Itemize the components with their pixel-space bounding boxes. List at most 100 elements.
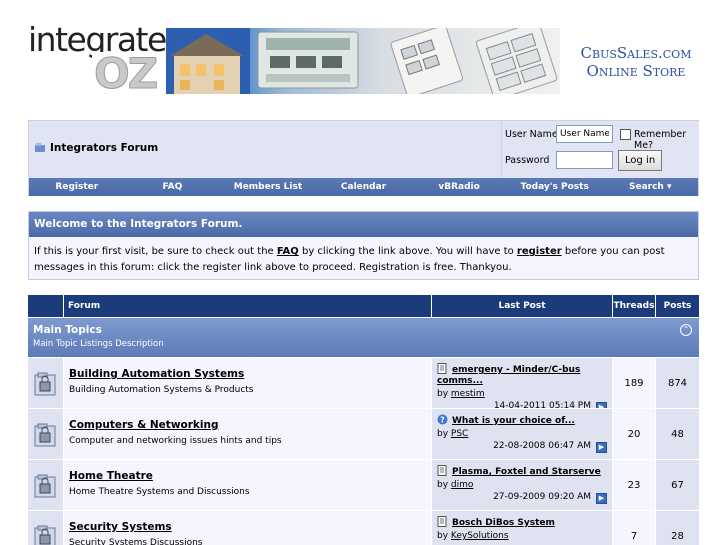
password-label: Password xyxy=(505,155,550,166)
forum-status-cell xyxy=(28,358,63,409)
password-input[interactable] xyxy=(556,151,613,169)
nav-todays-posts[interactable]: Today's Posts xyxy=(507,178,603,196)
document-icon xyxy=(437,516,447,527)
go-to-last-post-icon[interactable]: ▶ xyxy=(596,442,607,453)
post-count: 874 xyxy=(655,358,699,409)
thread-count: 189 xyxy=(612,358,655,409)
go-to-last-post-icon[interactable]: ▶ xyxy=(596,493,607,504)
collapse-icon[interactable]: ⌃ xyxy=(680,324,692,336)
forum-navbar-box: Integrators Forum User Name Remember Me?… xyxy=(28,120,699,196)
forum-folder-icon xyxy=(34,474,56,498)
forum-title-link[interactable]: Security Systems xyxy=(69,521,426,533)
header-last-post: Last Post xyxy=(431,295,612,317)
forum-folder-icon xyxy=(34,525,56,545)
forum-title-link[interactable]: Home Theatre xyxy=(69,470,426,482)
forum-description: Building Automation Systems & Products xyxy=(69,385,254,395)
nav-calendar[interactable]: Calendar xyxy=(316,178,412,196)
table-row: Security Systems Security Systems Discuss… xyxy=(28,510,699,545)
last-post-cell: Bosch DiBos System by KeySolutions xyxy=(431,511,612,545)
table-header: Forum Last Post Threads Posts xyxy=(28,295,699,317)
username-label: User Name xyxy=(505,129,558,140)
forum-info-cell: Computers & Networking Computer and netwo… xyxy=(63,409,431,460)
header-forum: Forum xyxy=(63,295,431,317)
faq-link[interactable]: FAQ xyxy=(277,246,299,257)
breadcrumb-label: Integrators Forum xyxy=(50,142,159,154)
online-store-link[interactable]: CbusSales.com Online Store xyxy=(566,44,706,80)
svg-text:?: ? xyxy=(440,416,445,425)
forum-description: Home Theatre Systems and Discussions xyxy=(69,487,250,497)
last-post-date: 22-08-2008 xyxy=(493,441,546,451)
last-post-time: 06:47 AM xyxy=(548,441,591,451)
last-post-cell: Plasma, Foxtel and Starserve by dimo 27-09… xyxy=(431,460,612,511)
logo-oz-text: OZ xyxy=(94,52,157,92)
last-post-by-label: by xyxy=(437,531,451,541)
nav-faq[interactable]: FAQ xyxy=(125,178,221,196)
thread-count: 23 xyxy=(612,460,655,511)
welcome-text-part: by clicking the link above. You will hav… xyxy=(298,246,517,257)
header-icon-col xyxy=(28,295,63,317)
last-post-user-link[interactable]: KeySolutions xyxy=(451,531,509,541)
forum-description: Computer and networking issues hints and… xyxy=(69,436,282,446)
last-post-thread-link[interactable]: What is your choice of... xyxy=(452,416,575,426)
thread-count: 7 xyxy=(612,511,655,545)
forum-info-cell: Building Automation Systems Building Auto… xyxy=(63,358,431,409)
last-post-date: 27-09-2009 xyxy=(493,492,546,502)
main-navbar: Register FAQ Members List Calendar vBRad… xyxy=(29,178,698,196)
forum-info-cell: Security Systems Security Systems Discuss… xyxy=(63,511,431,545)
last-post-time: 09:20 AM xyxy=(548,492,591,502)
header-posts: Posts xyxy=(655,295,699,317)
welcome-panel: Welcome to the Integrators Forum. If thi… xyxy=(28,211,699,280)
last-post-user-link[interactable]: mestim xyxy=(451,389,485,399)
register-link[interactable]: register xyxy=(517,246,562,257)
forum-status-cell xyxy=(28,460,63,511)
document-icon xyxy=(437,465,447,476)
forum-description: Security Systems Discussions xyxy=(69,538,203,545)
post-count: 67 xyxy=(655,460,699,511)
thread-count: 20 xyxy=(612,409,655,460)
last-post-cell: emergeny - Minder/C-bus comms... by mesti… xyxy=(431,358,612,413)
nav-members-list[interactable]: Members List xyxy=(220,178,316,196)
last-post-user-link[interactable]: dimo xyxy=(451,480,474,490)
breadcrumb[interactable]: Integrators Forum xyxy=(35,142,158,154)
last-post-by-label: by xyxy=(437,389,451,399)
nav-vbradio[interactable]: vBRadio xyxy=(411,178,507,196)
last-post-by-label: by xyxy=(437,480,451,490)
category-description: Main Topic Listings Description xyxy=(33,339,164,349)
last-post-datetime: 27-09-2009 09:20 AM ▶ xyxy=(437,492,607,504)
category-main-topics[interactable]: Main Topics Main Topic Listings Descript… xyxy=(28,317,699,357)
last-post-datetime: 22-08-2008 06:47 AM ▶ xyxy=(437,441,607,453)
forum-title-link[interactable]: Building Automation Systems xyxy=(69,368,426,380)
table-row: Home Theatre Home Theatre Systems and Dis… xyxy=(28,459,699,511)
forum-folder-icon xyxy=(34,423,56,447)
nav-search[interactable]: Search ▾ xyxy=(602,178,698,196)
remember-me-checkbox[interactable] xyxy=(620,129,631,140)
document-icon xyxy=(437,363,447,374)
table-row: Computers & Networking Computer and netwo… xyxy=(28,408,699,460)
login-form: User Name Remember Me? Password Log in xyxy=(501,121,699,177)
forum-info-cell: Home Theatre Home Theatre Systems and Dis… xyxy=(63,460,431,511)
table-row: Building Automation Systems Building Auto… xyxy=(28,357,699,413)
username-input[interactable] xyxy=(556,125,613,143)
last-post-thread-link[interactable]: emergeny - Minder/C-bus comms... xyxy=(437,365,580,386)
post-count: 28 xyxy=(655,511,699,545)
last-post-user-link[interactable]: PSC xyxy=(451,429,468,439)
welcome-text: If this is your first visit, be sure to … xyxy=(29,237,698,283)
navbits-icon xyxy=(35,143,45,152)
last-post-thread-link[interactable]: Bosch DiBos System xyxy=(452,518,555,528)
last-post-cell: ? What is your choice of... by PSC 22-08-20… xyxy=(431,409,612,460)
nav-register[interactable]: Register xyxy=(29,178,125,196)
last-post-thread-link[interactable]: Plasma, Foxtel and Starserve xyxy=(452,467,601,477)
header-threads: Threads xyxy=(612,295,655,317)
forum-title-link[interactable]: Computers & Networking xyxy=(69,419,426,431)
forum-status-cell xyxy=(28,511,63,545)
store-line-1: CbusSales.com xyxy=(580,44,692,62)
forum-rows: Building Automation Systems Building Auto… xyxy=(28,357,699,545)
forum-list-table: Forum Last Post Threads Posts Main Topic… xyxy=(28,295,699,545)
welcome-text-part: If this is your first visit, be sure to … xyxy=(34,246,277,257)
forum-status-cell xyxy=(28,409,63,460)
login-button[interactable]: Log in xyxy=(618,150,663,171)
header-banner-image xyxy=(166,28,560,94)
site-logo[interactable]: integrate OZ xyxy=(28,22,167,96)
question-icon: ? xyxy=(437,414,448,425)
forum-folder-icon xyxy=(34,372,56,396)
